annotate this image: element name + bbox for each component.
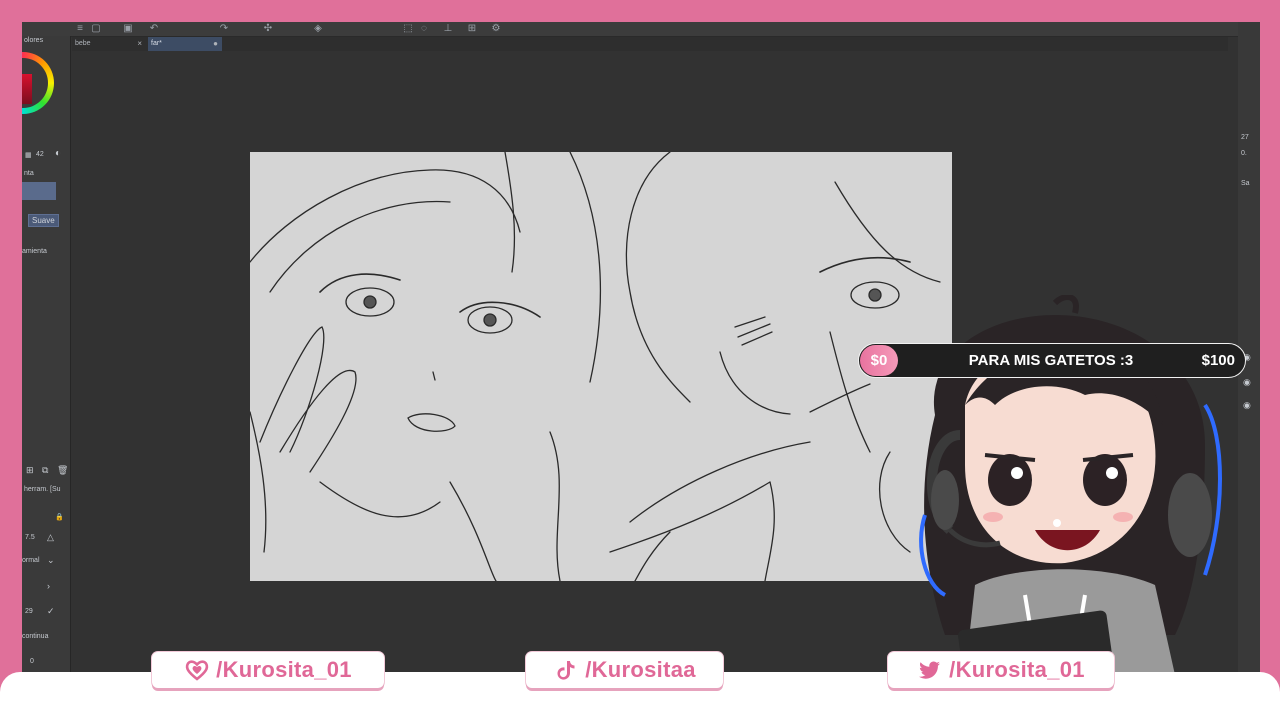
tab-label: bebe xyxy=(75,40,91,47)
transform-icon[interactable]: ✣ xyxy=(262,23,274,34)
lock-icon[interactable]: 🔒 xyxy=(55,513,64,521)
drawing-canvas[interactable] xyxy=(250,152,952,581)
check-icon[interactable]: ✓ xyxy=(47,606,55,617)
add-layer-icon[interactable]: ⊞ xyxy=(26,465,34,476)
tool-label: amienta xyxy=(22,248,47,255)
eye-icon[interactable]: ◉ xyxy=(1243,377,1251,388)
eye-icon[interactable]: ◉ xyxy=(1243,400,1251,411)
social-handle: /Kurosita_01 xyxy=(216,657,352,682)
goal-current-amount: $0 xyxy=(860,345,898,376)
lineart-sketch xyxy=(250,152,941,581)
social-handle: /Kurosita_01 xyxy=(949,657,1085,682)
triangle-up-icon[interactable]: △ xyxy=(47,532,54,543)
redo-icon[interactable]: ↷ xyxy=(218,23,230,34)
unsaved-dot-icon[interactable]: ● xyxy=(213,37,218,51)
lasso-icon[interactable]: ◌ xyxy=(418,23,430,34)
top-toolbar: ≡ ▢ ▣ ↶ ↷ ✣ ◈ ⬚ ◌ ⊥ ⊞ ⚙ xyxy=(22,22,1260,37)
save-icon[interactable]: ▣ xyxy=(122,23,134,34)
tab-label: far* xyxy=(151,40,162,47)
social-twitter[interactable]: /Kurosita_01 xyxy=(888,652,1114,688)
copy-layer-icon[interactable]: ⧉ xyxy=(42,465,48,476)
social-handle: /Kurositaa xyxy=(585,657,696,682)
new-file-icon[interactable]: ▢ xyxy=(90,23,102,34)
kofi-heart-icon xyxy=(185,660,209,681)
tab-bebe[interactable]: bebe × xyxy=(72,37,146,51)
goal-target-amount: $100 xyxy=(1201,352,1235,369)
saturation-square[interactable] xyxy=(22,74,32,104)
blend-mode-select[interactable]: ormal xyxy=(22,557,40,564)
right-label-sa: Sa xyxy=(1241,180,1250,187)
soft-button[interactable]: Suave xyxy=(28,214,59,227)
settings-icon[interactable]: ⚙ xyxy=(490,23,502,34)
ruler-icon[interactable]: ⊥ xyxy=(442,23,454,34)
social-tiktok[interactable]: /Kurositaa xyxy=(526,652,723,688)
tiktok-icon xyxy=(557,661,575,680)
zero-value[interactable]: 0 xyxy=(30,658,34,665)
palette-icon[interactable]: ◐ xyxy=(55,148,61,159)
chevron-right-icon[interactable]: › xyxy=(47,581,50,591)
donation-goal-bar: $0 PARA MIS GATETOS :3 $100 xyxy=(858,343,1246,378)
color-panel-title: olores xyxy=(24,37,44,44)
snap-icon[interactable]: ⊞ xyxy=(466,23,478,34)
left-tool-panel: olores ▦ 42 ◐ nta Suave amienta ⊞ ⧉ 🗑 he… xyxy=(22,36,71,720)
right-value-b: 0. xyxy=(1241,150,1247,157)
tool-preset-selected[interactable] xyxy=(22,182,56,200)
trash-icon[interactable]: 🗑 xyxy=(57,465,68,476)
menu-icon[interactable]: ≡ xyxy=(74,23,86,34)
undo-icon[interactable]: ↶ xyxy=(148,23,160,34)
goal-title: PARA MIS GATETOS :3 xyxy=(968,352,1134,369)
right-value-a: 27 xyxy=(1241,134,1249,141)
social-kofi[interactable]: /Kurosita_01 xyxy=(152,652,384,688)
chevron-down-icon[interactable]: ⌄ xyxy=(47,555,55,566)
continue-label: continua xyxy=(22,633,49,640)
fill-icon[interactable]: ◈ xyxy=(312,23,324,34)
grid-icon[interactable]: ▦ xyxy=(25,151,32,159)
value-29[interactable]: 29 xyxy=(25,608,33,615)
selection-icon[interactable]: ⬚ xyxy=(402,23,414,34)
opacity-value[interactable]: 7.5 xyxy=(25,534,35,541)
twitter-bird-icon xyxy=(919,661,941,679)
size-value: 42 xyxy=(36,151,44,158)
layer-label: herram. [Su xyxy=(24,486,61,493)
document-tabs: bebe × far* ● xyxy=(72,37,1228,51)
close-icon[interactable]: × xyxy=(137,37,142,51)
tab-far[interactable]: far* ● xyxy=(148,37,222,51)
tool-panel-title: nta xyxy=(24,170,34,177)
